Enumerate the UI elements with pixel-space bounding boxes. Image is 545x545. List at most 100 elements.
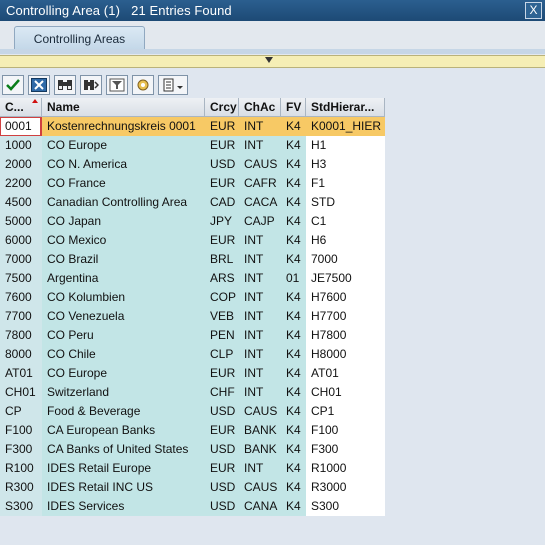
collapse-arrow-icon[interactable]	[265, 57, 273, 63]
cell-controlling-area[interactable]: 2000	[0, 155, 42, 174]
cell-currency[interactable]: CAD	[205, 193, 239, 212]
table-row[interactable]: 7700 CO Venezuela VEB INT K4 H7700	[0, 307, 385, 326]
cell-fiscal-variant[interactable]: K4	[281, 383, 306, 402]
cell-std-hierarchy[interactable]: K0001_HIER	[306, 117, 385, 136]
cell-name[interactable]: CO Europe	[42, 136, 205, 155]
cell-chart-of-accounts[interactable]: INT	[239, 307, 281, 326]
cell-currency[interactable]: EUR	[205, 231, 239, 250]
cell-name[interactable]: CO Kolumbien	[42, 288, 205, 307]
cell-fiscal-variant[interactable]: K4	[281, 497, 306, 516]
cell-controlling-area[interactable]: 5000	[0, 212, 42, 231]
table-row[interactable]: 7500 Argentina ARS INT 01 JE7500	[0, 269, 385, 288]
table-row[interactable]: R300 IDES Retail INC US USD CAUS K4 R3000	[0, 478, 385, 497]
confirm-button[interactable]	[2, 75, 24, 95]
cell-controlling-area[interactable]: S300	[0, 497, 42, 516]
cell-chart-of-accounts[interactable]: INT	[239, 288, 281, 307]
cell-controlling-area[interactable]: 1000	[0, 136, 42, 155]
column-header-std-hierarchy[interactable]: StdHierar...	[306, 98, 385, 117]
cell-chart-of-accounts[interactable]: INT	[239, 459, 281, 478]
column-header-fiscal-variant[interactable]: FV	[281, 98, 306, 117]
cell-fiscal-variant[interactable]: K4	[281, 421, 306, 440]
cancel-button[interactable]	[28, 75, 50, 95]
cell-name[interactable]: Food & Beverage	[42, 402, 205, 421]
table-row[interactable]: 7800 CO Peru PEN INT K4 H7800	[0, 326, 385, 345]
cell-name[interactable]: CO Chile	[42, 345, 205, 364]
cell-name[interactable]: IDES Retail Europe	[42, 459, 205, 478]
table-row[interactable]: 5000 CO Japan JPY CAJP K4 C1	[0, 212, 385, 231]
cell-std-hierarchy[interactable]: JE7500	[306, 269, 385, 288]
cell-controlling-area[interactable]: R100	[0, 459, 42, 478]
cell-std-hierarchy[interactable]: H7800	[306, 326, 385, 345]
cell-chart-of-accounts[interactable]: CAJP	[239, 212, 281, 231]
cell-chart-of-accounts[interactable]: INT	[239, 250, 281, 269]
cell-controlling-area[interactable]: F300	[0, 440, 42, 459]
collapse-bar[interactable]	[0, 55, 545, 68]
cell-std-hierarchy[interactable]: R3000	[306, 478, 385, 497]
cell-fiscal-variant[interactable]: K4	[281, 440, 306, 459]
table-row[interactable]: 1000 CO Europe EUR INT K4 H1	[0, 136, 385, 155]
cell-fiscal-variant[interactable]: K4	[281, 117, 306, 136]
cell-name[interactable]: Switzerland	[42, 383, 205, 402]
cell-currency[interactable]: VEB	[205, 307, 239, 326]
cell-fiscal-variant[interactable]: K4	[281, 326, 306, 345]
table-row[interactable]: 8000 CO Chile CLP INT K4 H8000	[0, 345, 385, 364]
column-header-controlling-area[interactable]: C...	[0, 98, 42, 117]
cell-controlling-area[interactable]: 4500	[0, 193, 42, 212]
table-row[interactable]: R100 IDES Retail Europe EUR INT K4 R1000	[0, 459, 385, 478]
cell-currency[interactable]: USD	[205, 497, 239, 516]
cell-std-hierarchy[interactable]: F1	[306, 174, 385, 193]
cell-controlling-area[interactable]: 7000	[0, 250, 42, 269]
cell-std-hierarchy[interactable]: CH01	[306, 383, 385, 402]
cell-name[interactable]: CO Brazil	[42, 250, 205, 269]
cell-currency[interactable]: CLP	[205, 345, 239, 364]
cell-name[interactable]: IDES Services	[42, 497, 205, 516]
cell-currency[interactable]: EUR	[205, 459, 239, 478]
cell-name[interactable]: CO Venezuela	[42, 307, 205, 326]
cell-controlling-area[interactable]: 8000	[0, 345, 42, 364]
cell-std-hierarchy[interactable]: H7700	[306, 307, 385, 326]
cell-currency[interactable]: PEN	[205, 326, 239, 345]
cell-std-hierarchy[interactable]: S300	[306, 497, 385, 516]
cell-fiscal-variant[interactable]: K4	[281, 402, 306, 421]
cell-controlling-area[interactable]: 7500	[0, 269, 42, 288]
cell-currency[interactable]: USD	[205, 440, 239, 459]
table-row[interactable]: 7000 CO Brazil BRL INT K4 7000	[0, 250, 385, 269]
close-button[interactable]: X	[525, 2, 542, 19]
cell-std-hierarchy[interactable]: AT01	[306, 364, 385, 383]
cell-chart-of-accounts[interactable]: INT	[239, 117, 281, 136]
settings-button[interactable]	[132, 75, 154, 95]
cell-name[interactable]: CO Europe	[42, 364, 205, 383]
cell-chart-of-accounts[interactable]: INT	[239, 231, 281, 250]
cell-chart-of-accounts[interactable]: INT	[239, 269, 281, 288]
cell-chart-of-accounts[interactable]: BANK	[239, 421, 281, 440]
cell-std-hierarchy[interactable]: STD	[306, 193, 385, 212]
table-row[interactable]: CP Food & Beverage USD CAUS K4 CP1	[0, 402, 385, 421]
cell-controlling-area[interactable]: 7700	[0, 307, 42, 326]
cell-std-hierarchy[interactable]: H8000	[306, 345, 385, 364]
cell-controlling-area[interactable]: 7800	[0, 326, 42, 345]
cell-fiscal-variant[interactable]: K4	[281, 136, 306, 155]
cell-std-hierarchy[interactable]: H1	[306, 136, 385, 155]
cell-currency[interactable]: CHF	[205, 383, 239, 402]
cell-name[interactable]: IDES Retail INC US	[42, 478, 205, 497]
table-row[interactable]: AT01 CO Europe EUR INT K4 AT01	[0, 364, 385, 383]
cell-currency[interactable]: USD	[205, 478, 239, 497]
cell-controlling-area[interactable]: 2200	[0, 174, 42, 193]
cell-fiscal-variant[interactable]: K4	[281, 250, 306, 269]
cell-currency[interactable]: EUR	[205, 421, 239, 440]
cell-chart-of-accounts[interactable]: CANA	[239, 497, 281, 516]
table-row[interactable]: CH01 Switzerland CHF INT K4 CH01	[0, 383, 385, 402]
cell-fiscal-variant[interactable]: K4	[281, 174, 306, 193]
cell-controlling-area[interactable]: 0001	[0, 117, 42, 136]
cell-std-hierarchy[interactable]: H7600	[306, 288, 385, 307]
table-row[interactable]: 6000 CO Mexico EUR INT K4 H6	[0, 231, 385, 250]
cell-name[interactable]: CO France	[42, 174, 205, 193]
cell-currency[interactable]: USD	[205, 155, 239, 174]
cell-currency[interactable]: ARS	[205, 269, 239, 288]
cell-currency[interactable]: USD	[205, 402, 239, 421]
cell-name[interactable]: Canadian Controlling Area	[42, 193, 205, 212]
cell-fiscal-variant[interactable]: K4	[281, 364, 306, 383]
cell-currency[interactable]: BRL	[205, 250, 239, 269]
cell-chart-of-accounts[interactable]: CAUS	[239, 478, 281, 497]
cell-currency[interactable]: EUR	[205, 174, 239, 193]
